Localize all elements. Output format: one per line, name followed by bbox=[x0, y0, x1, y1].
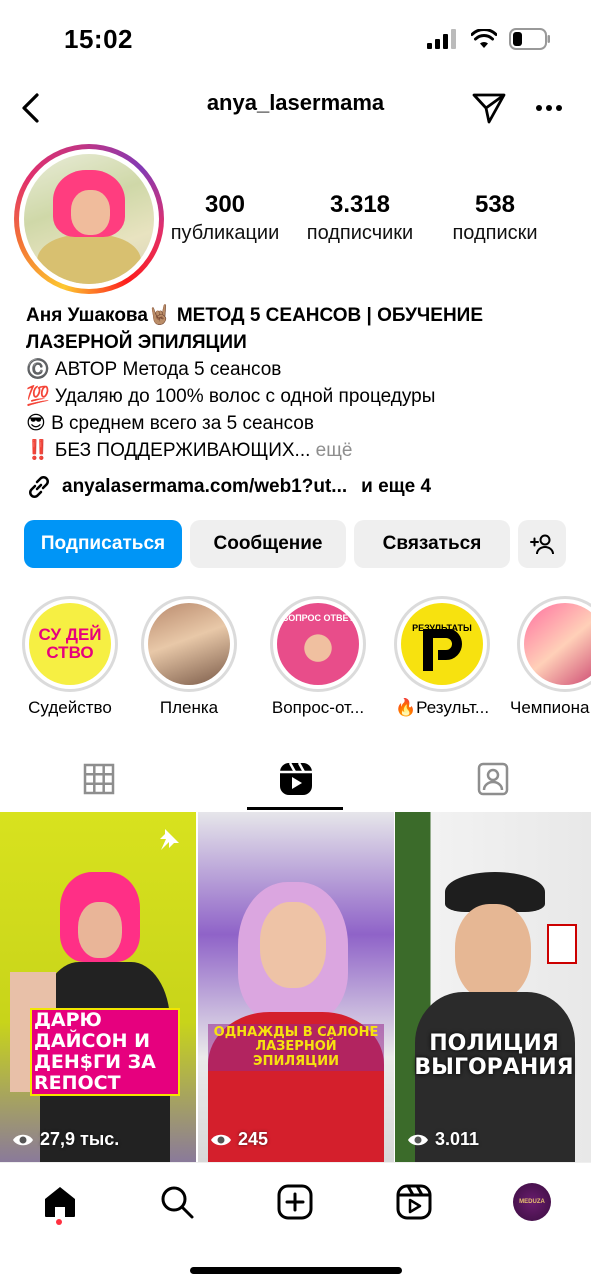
tab-tagged[interactable] bbox=[394, 748, 591, 810]
signal-icon bbox=[427, 29, 456, 49]
reels-icon bbox=[279, 762, 312, 795]
message-button[interactable]: Сообщение bbox=[190, 520, 346, 568]
profile-avatar-small: MEDUZA bbox=[513, 1183, 551, 1221]
contact-button[interactable]: Связаться bbox=[354, 520, 510, 568]
reel-caption: ПОЛИЦИЯ ВЫГОРАНИЯ bbox=[414, 1031, 574, 1081]
battery-icon bbox=[509, 28, 550, 50]
eye-icon bbox=[211, 1134, 231, 1145]
add-person-icon bbox=[530, 534, 554, 555]
share-button[interactable] bbox=[467, 86, 511, 130]
highlight-cover-text: РЕЗУЛЬТАТЫ bbox=[412, 623, 472, 633]
highlight-cover: СУ ДЕЙ СТВО bbox=[29, 603, 111, 685]
back-button[interactable] bbox=[10, 86, 50, 130]
grid-icon bbox=[83, 763, 114, 795]
more-options-button[interactable] bbox=[527, 86, 571, 130]
stat-label: подписчики bbox=[306, 222, 414, 244]
highlight-item[interactable]: Чемпиона bbox=[510, 596, 591, 718]
status-bar: 15:02 bbox=[0, 0, 591, 80]
highlight-label: Вопрос-от... bbox=[271, 698, 365, 717]
home-icon bbox=[45, 1187, 75, 1217]
reel-views: 245 bbox=[210, 1129, 268, 1150]
eye-icon bbox=[408, 1134, 428, 1145]
highlight-label: Судейство bbox=[28, 698, 112, 717]
reel-caption: ДАРЮ ДАЙСОН И ДЕН$ГИ ЗА REПОСТ bbox=[30, 1008, 180, 1096]
bio-link-more[interactable]: и еще 4 bbox=[361, 476, 431, 498]
reel-views: 3.011 bbox=[407, 1129, 479, 1150]
reels-icon bbox=[396, 1184, 432, 1220]
tab-posts-grid[interactable] bbox=[0, 748, 197, 810]
highlight-label: Чемпиона bbox=[510, 698, 590, 717]
suggested-users-button[interactable] bbox=[518, 520, 566, 568]
home-indicator bbox=[190, 1267, 402, 1274]
highlight-item[interactable]: РЕЗУЛЬТАТЫ 🔥Результ... bbox=[387, 596, 497, 718]
highlight-item[interactable]: ВОПРОС ОТВЕТ Вопрос-от... bbox=[263, 596, 373, 718]
bio-link[interactable]: anyalasermama.com/web1?ut... bbox=[62, 476, 347, 498]
stat-following[interactable]: 538 подписки bbox=[430, 190, 560, 246]
bio-line: 💯 Удаляю до 100% волос с одной процедуры bbox=[26, 386, 436, 407]
highlight-item[interactable]: Пленка bbox=[134, 596, 244, 718]
highlight-cover: РЕЗУЛЬТАТЫ bbox=[401, 603, 483, 685]
reel-caption: ОДНАЖДЫ В САЛОНЕ ЛАЗЕРНОЙ ЭПИЛЯЦИИ bbox=[208, 1024, 384, 1071]
reels-grid: ДАРЮ ДАЙСОН И ДЕН$ГИ ЗА REПОСТ 27,9 тыс.… bbox=[0, 812, 591, 1162]
profile-actions: Подписаться Сообщение Связаться bbox=[24, 520, 567, 568]
bottom-navigation: MEDUZA bbox=[0, 1162, 591, 1280]
paper-plane-icon bbox=[472, 93, 506, 124]
letter-p-icon bbox=[423, 629, 462, 671]
bio-line: ©️ АВТОР Метода 5 сеансов bbox=[26, 359, 282, 380]
bio-line-text: ‼️ БЕЗ ПОДДЕРЖИВАЮЩИХ... bbox=[26, 440, 311, 461]
reel-tile[interactable]: ОДНАЖДЫ В САЛОНЕ ЛАЗЕРНОЙ ЭПИЛЯЦИИ 245 bbox=[198, 812, 394, 1162]
highlight-cover bbox=[148, 603, 230, 685]
stat-followers[interactable]: 3.318 подписчики bbox=[295, 190, 425, 246]
highlight-cover bbox=[524, 603, 591, 685]
nav-search[interactable] bbox=[152, 1177, 202, 1227]
nav-profile[interactable]: MEDUZA bbox=[507, 1177, 557, 1227]
plus-square-icon bbox=[277, 1184, 313, 1220]
nav-create[interactable] bbox=[270, 1177, 320, 1227]
highlight-item[interactable]: СУ ДЕЙ СТВО Судейство bbox=[15, 596, 125, 718]
bio-line-truncated: ‼️ БЕЗ ПОДДЕРЖИВАЮЩИХ... ещё bbox=[26, 437, 571, 464]
link-icon bbox=[29, 476, 49, 498]
bio-name: Аня Ушакова🤘🏽 МЕТОД 5 СЕАНСОВ | ОБУЧЕНИЕ… bbox=[26, 305, 483, 353]
bio-line: 😎 В среднем всего за 5 сеансов bbox=[26, 413, 314, 434]
profile-tabs bbox=[0, 748, 591, 810]
wifi-icon bbox=[471, 29, 497, 48]
story-highlights: СУ ДЕЙ СТВО Судейство Пленка ВОПРОС ОТВЕ… bbox=[0, 596, 591, 726]
stat-value: 3.318 bbox=[329, 191, 391, 218]
status-time: 15:02 bbox=[64, 24, 133, 54]
stat-label: публикации bbox=[170, 222, 280, 244]
stat-label: подписки bbox=[452, 222, 538, 244]
more-dots-icon bbox=[536, 105, 562, 111]
tab-reels[interactable] bbox=[197, 748, 394, 810]
active-tab-indicator bbox=[247, 807, 343, 810]
status-icons bbox=[427, 28, 551, 50]
profile-avatar[interactable] bbox=[14, 144, 164, 294]
highlight-label: 🔥Результ... bbox=[394, 698, 490, 717]
avatar-photo bbox=[24, 154, 154, 284]
stat-value: 538 bbox=[474, 191, 516, 218]
stat-posts[interactable]: 300 публикации bbox=[160, 190, 290, 246]
notification-dot bbox=[56, 1219, 62, 1225]
bio-more-link[interactable]: ещё bbox=[316, 440, 353, 461]
highlight-label: Пленка bbox=[159, 698, 219, 717]
chevron-left-icon bbox=[22, 93, 39, 123]
reel-tile[interactable]: ДАРЮ ДАЙСОН И ДЕН$ГИ ЗА REПОСТ 27,9 тыс. bbox=[0, 812, 196, 1162]
search-icon bbox=[161, 1186, 194, 1219]
stat-value: 300 bbox=[204, 191, 246, 218]
tagged-person-icon bbox=[477, 762, 508, 796]
bio-link-row[interactable]: anyalasermama.com/web1?ut... и еще 4 bbox=[26, 474, 431, 500]
follow-button[interactable]: Подписаться bbox=[24, 520, 182, 568]
eye-icon bbox=[13, 1134, 33, 1145]
pin-icon bbox=[160, 829, 179, 850]
nav-reels[interactable] bbox=[389, 1177, 439, 1227]
profile-stats: 300 публикации 3.318 подписчики 538 подп… bbox=[160, 190, 560, 246]
reel-views: 27,9 тыс. bbox=[12, 1129, 119, 1150]
profile-header: anya_lasermama bbox=[0, 80, 591, 136]
highlight-cover: ВОПРОС ОТВЕТ bbox=[277, 603, 359, 685]
reel-tile[interactable]: ПОЛИЦИЯ ВЫГОРАНИЯ 3.011 bbox=[395, 812, 591, 1162]
profile-bio: Аня Ушакова🤘🏽 МЕТОД 5 СЕАНСОВ | ОБУЧЕНИЕ… bbox=[26, 302, 571, 464]
